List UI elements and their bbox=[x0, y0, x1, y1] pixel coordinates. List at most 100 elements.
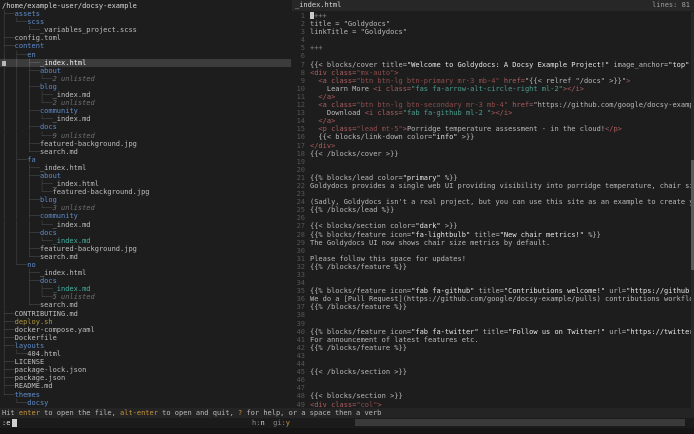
tree-row[interactable]: ├──Dockerfile bbox=[0, 334, 291, 342]
tree-entry-label: content bbox=[15, 42, 45, 50]
code-line: 12 <a class="btn btn-lg btn-secondary mr… bbox=[292, 101, 691, 109]
tree-row[interactable]: ├──deploy.sh bbox=[0, 318, 291, 326]
code-preview: 1+++2title = "Goldydocs"3linkTitle = "Go… bbox=[292, 12, 691, 409]
tree-row[interactable]: │ │ ├──about bbox=[0, 67, 291, 75]
tree-row[interactable]: │ │ ├──about bbox=[0, 172, 291, 180]
tree-entry-label: _index.html bbox=[53, 180, 99, 188]
code-line: 1+++ bbox=[292, 12, 691, 20]
preview-header: lines: 81 _index.html bbox=[292, 0, 694, 11]
code-line: 7{{< blocks/cover title="Welcome to Gold… bbox=[292, 61, 691, 69]
code-line: 13 Download <i class="fab fa-github ml-2… bbox=[292, 109, 691, 117]
tree-row[interactable]: │ │ │ └──_index.md bbox=[0, 221, 291, 229]
tree-row[interactable]: └──themes bbox=[0, 391, 291, 399]
tree-row[interactable]: ├──assets bbox=[0, 10, 291, 18]
code-line: 44 bbox=[292, 360, 691, 368]
code-line: 26 bbox=[292, 214, 691, 222]
tree-entry-label: featured-background.jpg bbox=[53, 188, 150, 196]
tree-row[interactable]: │ │ ├──featured-background.jpg bbox=[0, 140, 291, 148]
tree-row[interactable]: ├──README.md bbox=[0, 382, 291, 390]
tree-row[interactable]: │ │ │ └──_index.md bbox=[0, 237, 291, 245]
tree-row[interactable]: ├──LICENSE bbox=[0, 358, 291, 366]
tree-row[interactable]: │ │ ├──_index.html bbox=[0, 164, 291, 172]
code-line: 40{{% blocks/feature icon="fab fa-twitte… bbox=[292, 328, 691, 336]
tree-entry-label: layouts bbox=[15, 342, 45, 350]
tree-root-path[interactable]: /home/example-user/docsy-example bbox=[0, 2, 291, 10]
code-line: 43 bbox=[292, 352, 691, 360]
tree-entry-label: search.md bbox=[40, 253, 78, 261]
tree-entry-label: 2 unlisted bbox=[53, 75, 95, 83]
code-line: 5+++ bbox=[292, 44, 691, 52]
broot-terminal-app: /home/example-user/docsy-example├──asset… bbox=[0, 0, 694, 434]
tree-row[interactable]: │ ├──en bbox=[0, 51, 291, 59]
tree-row[interactable]: │ │ ├──docs bbox=[0, 123, 291, 131]
tree-row[interactable]: ├──docker-compose.yaml bbox=[0, 326, 291, 334]
tree-entry-label: docker-compose.yaml bbox=[15, 326, 95, 334]
tree-row[interactable]: │ │ ├──featured-background.jpg bbox=[0, 245, 291, 253]
code-line: 15 <p class="lead mt-5">Porridge tempera… bbox=[292, 125, 691, 133]
preview-panel: lines: 81 _index.html 1+++2title = "Gold… bbox=[292, 0, 694, 409]
code-line: 19 bbox=[292, 158, 691, 166]
tree-row[interactable]: ├──layouts bbox=[0, 342, 291, 350]
tree-row[interactable]: │ └──404.html bbox=[0, 350, 291, 358]
tree-entry-label: assets bbox=[15, 10, 40, 18]
command-input-row[interactable]: :e h:n gi:y bbox=[0, 418, 694, 428]
tree-row[interactable]: ├──content bbox=[0, 42, 291, 50]
code-line: 35{{% blocks/feature icon="fab fa-github… bbox=[292, 287, 691, 295]
tree-row[interactable]: │ └──search.md bbox=[0, 301, 291, 309]
tree-row[interactable]: │ │ └──search.md bbox=[0, 148, 291, 156]
code-line: 3linkTitle = "Goldydocs" bbox=[292, 28, 691, 36]
code-line: 27{{< blocks/section color="dark" >}} bbox=[292, 222, 691, 230]
tree-row-selected[interactable]: │ │ ├──_index.html bbox=[0, 59, 291, 67]
tree-row[interactable]: │ │ │ └──2 unlisted bbox=[0, 99, 291, 107]
tree-entry-label: _index.md bbox=[53, 91, 91, 99]
code-line: 11 </a> bbox=[292, 93, 691, 101]
tree-row[interactable]: │ │ └──search.md bbox=[0, 253, 291, 261]
tree-row[interactable]: ├──CONTRIBUTING.md bbox=[0, 310, 291, 318]
command-input[interactable]: :e bbox=[2, 419, 10, 427]
code-line: 28{{% blocks/feature icon="fa-lightbulb"… bbox=[292, 231, 691, 239]
tree-entry-label: featured-background.jpg bbox=[40, 140, 137, 148]
tree-row[interactable]: │ ├──_index.html bbox=[0, 269, 291, 277]
tree-entry-label: _index.html bbox=[40, 59, 86, 67]
tree-row[interactable]: │ │ │ └──2 unlisted bbox=[0, 75, 291, 83]
code-line: 45{{< /blocks/section >}} bbox=[292, 368, 691, 376]
code-line: 24(Sadly, Goldydocs isn't a real project… bbox=[292, 198, 691, 206]
code-line: 21{{% blocks/lead color="primary" %}} bbox=[292, 174, 691, 182]
tree-entry-label: featured-background.jpg bbox=[40, 245, 137, 253]
code-line: 9 <a class="btn btn-lg btn-primary mr-3 … bbox=[292, 77, 691, 85]
code-line: 25{{% /blocks/lead %}} bbox=[292, 206, 691, 214]
status-bar: Hit enter to open the file, alt-enter to… bbox=[0, 408, 694, 418]
preview-input-strip bbox=[355, 419, 685, 426]
tree-row[interactable]: │ │ ├──blog bbox=[0, 83, 291, 91]
tree-entry-label: scss bbox=[27, 18, 44, 26]
code-line: 14 </a> bbox=[292, 117, 691, 125]
tree-row[interactable]: │ │ │ └──9 unlisted bbox=[0, 132, 291, 140]
tree-row[interactable]: │ │ │ ├──_index.md bbox=[0, 91, 291, 99]
tree-row[interactable]: │ │ ├──community bbox=[0, 212, 291, 220]
tree-entry-label: search.md bbox=[40, 301, 78, 309]
tree-row[interactable]: │ │ ├──docs bbox=[0, 229, 291, 237]
tree-row[interactable]: └──docsy bbox=[0, 399, 291, 407]
tree-row[interactable]: │ │ │ ├──_index.html bbox=[0, 180, 291, 188]
code-line: 48{{< blocks/section >}} bbox=[292, 392, 691, 400]
tree-entry-label: README.md bbox=[15, 382, 53, 390]
code-line: 17</div> bbox=[292, 142, 691, 150]
tree-entry-label: blog bbox=[40, 83, 57, 91]
tree-entry-label: docs bbox=[40, 229, 57, 237]
code-line: 31Please follow this space for updates! bbox=[292, 255, 691, 263]
tree-entry-label: about bbox=[40, 172, 61, 180]
tree-entry-label: LICENSE bbox=[15, 358, 45, 366]
mode-flags: h:n gi:y bbox=[252, 419, 290, 427]
tree-entry-label: community bbox=[40, 212, 78, 220]
preview-line-count: lines: 81 bbox=[652, 1, 690, 9]
tree-entry-label: themes bbox=[15, 391, 40, 399]
tree-entry-label: search.md bbox=[40, 148, 78, 156]
tree-entry-label: fa bbox=[27, 156, 35, 164]
tree-entry-label: _index.html bbox=[40, 164, 86, 172]
code-line: 8<div class="mx-auto"> bbox=[292, 69, 691, 77]
code-line: 37{{% /blocks/feature %}} bbox=[292, 303, 691, 311]
tree-row[interactable]: │ └──no bbox=[0, 261, 291, 269]
tree-entry-label: Dockerfile bbox=[15, 334, 57, 342]
code-line: 46 bbox=[292, 376, 691, 384]
tree-row[interactable]: │ ├──fa bbox=[0, 156, 291, 164]
